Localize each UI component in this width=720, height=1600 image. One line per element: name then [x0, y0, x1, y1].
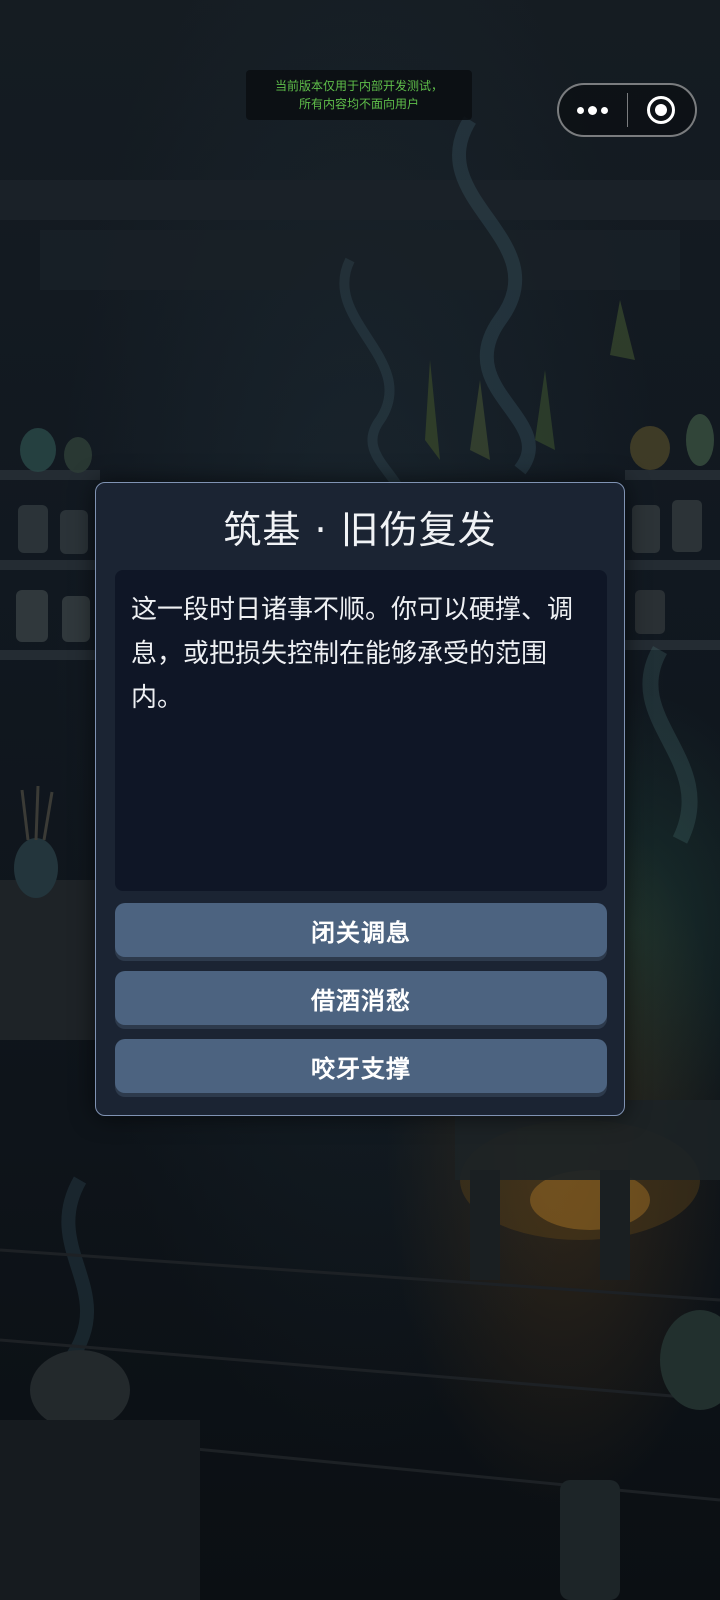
- choice-button-endure[interactable]: 咬牙支撑: [115, 1039, 607, 1093]
- more-dots-icon: [577, 105, 609, 115]
- more-menu-button[interactable]: [559, 85, 627, 135]
- dev-banner-line2: 所有内容均不面向用户: [298, 97, 419, 111]
- event-description: 这一段时日诸事不顺。你可以硬撑、调息，或把损失控制在能够承受的范围内。: [115, 570, 607, 891]
- miniprogram-capsule: [557, 83, 697, 137]
- choice-button-seclusion[interactable]: 闭关调息: [115, 903, 607, 957]
- dev-test-banner: 当前版本仅用于内部开发测试， 所有内容均不面向用户: [246, 70, 472, 120]
- choice-button-drink[interactable]: 借酒消愁: [115, 971, 607, 1025]
- event-title: 筑基 · 旧伤复发: [223, 508, 497, 552]
- target-circle-icon: [647, 96, 676, 124]
- close-miniprogram-button[interactable]: [628, 85, 696, 135]
- dev-banner-line1: 当前版本仅用于内部开发测试，: [274, 79, 443, 93]
- game-screen: 当前版本仅用于内部开发测试， 所有内容均不面向用户 筑基 · 旧伤复发 这一段时…: [0, 0, 720, 1600]
- event-dialog: 筑基 · 旧伤复发 这一段时日诸事不顺。你可以硬撑、调息，或把损失控制在能够承受…: [95, 482, 625, 1116]
